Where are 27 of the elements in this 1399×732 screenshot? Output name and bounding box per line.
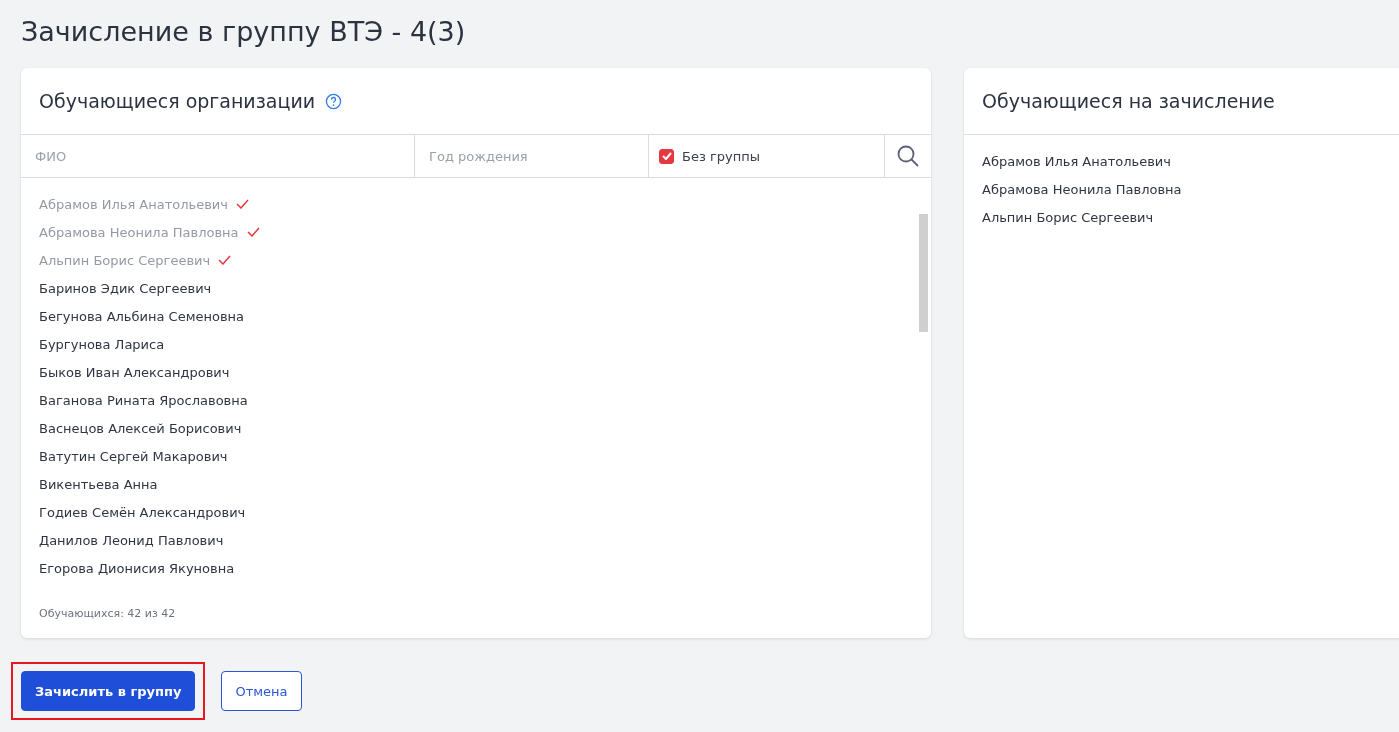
cancel-button[interactable]: Отмена — [221, 671, 302, 711]
check-icon — [661, 152, 672, 160]
help-icon[interactable] — [325, 92, 343, 110]
student-name[interactable]: Егорова Дионисия Якуновна — [39, 560, 235, 576]
student-name[interactable]: Ватутин Сергей Макарович — [39, 448, 228, 464]
check-icon — [236, 199, 249, 209]
student-name[interactable]: Альпин Борис Сергеевич — [982, 203, 1399, 231]
student-name[interactable]: Баринов Эдик Сергеевич — [39, 280, 212, 296]
card-title: Обучающиеся на зачисление — [982, 90, 1275, 112]
card-title: Обучающиеся организации — [39, 90, 316, 112]
students-count: Обучающихся: 42 из 42 — [38, 607, 177, 622]
student-name[interactable]: Викентьева Анна — [39, 476, 158, 492]
name-field[interactable]: ФИО — [21, 135, 415, 177]
student-name[interactable]: Бургунова Лариса — [39, 336, 165, 352]
student-name[interactable]: Годиев Семён Александрович — [39, 504, 246, 520]
check-icon — [246, 227, 260, 237]
page-title: Зачисление в группу ВТЭ - 4(3) — [21, 15, 467, 49]
search-icon — [895, 144, 920, 168]
student-name[interactable]: Васнецов Алексей Борисович — [39, 420, 242, 436]
student-name[interactable]: Абрамова Неонила Павловна — [982, 175, 1399, 203]
student-name[interactable]: Абрамов Илья Анатольевич — [982, 147, 1399, 175]
student-name[interactable]: Быков Иван Александрович — [39, 364, 230, 380]
enroll-button[interactable]: Зачислить в группу — [21, 671, 196, 711]
student-name[interactable]: Данилов Леонид Павлович — [39, 532, 224, 548]
student-name[interactable]: Бегунова Альбина Семеновна — [39, 308, 245, 324]
student-name[interactable]: Ваганова Рината Ярославовна — [39, 392, 248, 408]
check-icon — [218, 255, 232, 265]
